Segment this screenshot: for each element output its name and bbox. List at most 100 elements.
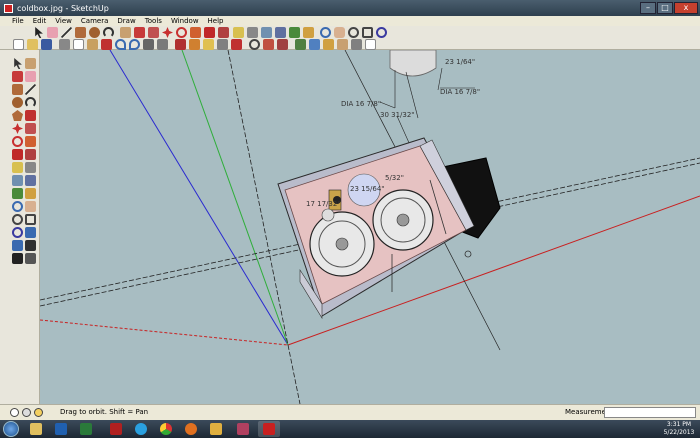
dimension-tool-icon[interactable] xyxy=(247,27,258,38)
offset-tool-icon[interactable] xyxy=(218,27,229,38)
text-tool-icon[interactable] xyxy=(25,175,36,186)
look-around-icon[interactable] xyxy=(217,39,228,50)
zoom-window-icon[interactable] xyxy=(25,214,36,225)
move-tool-icon[interactable] xyxy=(162,27,173,38)
position-camera-icon[interactable] xyxy=(231,39,242,50)
save-icon[interactable] xyxy=(41,39,52,50)
zoom-window-icon[interactable] xyxy=(362,27,373,38)
menu-camera[interactable]: Camera xyxy=(81,17,108,25)
zoom-extents-icon[interactable] xyxy=(12,227,23,238)
skype-icon[interactable] xyxy=(130,421,152,437)
sketchup-icon[interactable] xyxy=(258,421,280,437)
antivirus-icon[interactable] xyxy=(105,421,127,437)
explorer-icon[interactable] xyxy=(25,421,47,437)
geo-location-icon[interactable] xyxy=(22,408,31,417)
walk-icon[interactable] xyxy=(12,253,23,264)
new-file-icon[interactable] xyxy=(13,39,24,50)
folder-icon[interactable] xyxy=(205,421,227,437)
menu-window[interactable]: Window xyxy=(171,17,199,25)
system-clock[interactable]: 3:31 PM 5/22/2013 xyxy=(660,421,698,437)
cut-icon[interactable] xyxy=(59,39,70,50)
offset-tool-icon[interactable] xyxy=(25,149,36,160)
scale-tool-icon[interactable] xyxy=(204,27,215,38)
follow-me-icon[interactable] xyxy=(25,136,36,147)
tape-measure-icon[interactable] xyxy=(12,162,23,173)
section-plane-icon[interactable] xyxy=(189,39,200,50)
help-icon[interactable] xyxy=(34,408,43,417)
paste-icon[interactable] xyxy=(87,39,98,50)
zoom-extents-icon[interactable] xyxy=(376,27,387,38)
circle-tool-icon[interactable] xyxy=(89,27,100,38)
axes-tool-icon[interactable] xyxy=(289,27,300,38)
drawing-viewport[interactable]: 23 1/64" DIA 16 7/8" DIA 16 7/8" 30 31/3… xyxy=(40,50,700,404)
tape-measure-icon[interactable] xyxy=(233,27,244,38)
push-pull-icon[interactable] xyxy=(25,123,36,134)
redo-icon[interactable] xyxy=(129,39,140,50)
position-camera-icon[interactable] xyxy=(12,240,23,251)
iso-view-icon[interactable] xyxy=(263,39,274,50)
zoom-previous-icon[interactable] xyxy=(249,39,260,50)
rotate-tool-icon[interactable] xyxy=(12,136,23,147)
start-button[interactable] xyxy=(3,421,19,437)
polygon-tool-icon[interactable] xyxy=(12,110,23,121)
firefox-icon[interactable] xyxy=(180,421,202,437)
select-tool-icon[interactable] xyxy=(14,58,22,69)
arc-tool-icon[interactable] xyxy=(25,97,36,108)
line-tool-icon[interactable] xyxy=(61,27,72,38)
right-view-icon[interactable] xyxy=(309,39,320,50)
3d-text-icon[interactable] xyxy=(25,188,36,199)
left-view-icon[interactable] xyxy=(337,39,348,50)
push-pull-icon[interactable] xyxy=(148,27,159,38)
zoom-tool-icon[interactable] xyxy=(12,214,23,225)
close-button[interactable]: x xyxy=(674,2,698,14)
undo-icon[interactable] xyxy=(115,39,126,50)
measurements-field[interactable] xyxy=(604,407,696,418)
components-icon[interactable] xyxy=(351,39,362,50)
menu-view[interactable]: View xyxy=(55,17,72,25)
menu-edit[interactable]: Edit xyxy=(33,17,47,25)
pan-tool-icon[interactable] xyxy=(334,27,345,38)
model-info-icon[interactable] xyxy=(157,39,168,50)
zoom-tool-icon[interactable] xyxy=(348,27,359,38)
menu-draw[interactable]: Draw xyxy=(117,17,135,25)
materials-icon[interactable] xyxy=(365,39,376,50)
hide-icon[interactable] xyxy=(175,39,186,50)
section-plane-icon[interactable] xyxy=(25,253,36,264)
delete-icon[interactable] xyxy=(101,39,112,50)
rectangle-tool-icon[interactable] xyxy=(75,27,86,38)
orbit-tool-icon[interactable] xyxy=(320,27,331,38)
line-tool-icon[interactable] xyxy=(25,84,36,95)
freehand-tool-icon[interactable] xyxy=(25,110,36,121)
eraser-tool-icon[interactable] xyxy=(25,71,36,82)
menu-help[interactable]: Help xyxy=(208,17,224,25)
paint-bucket-icon[interactable] xyxy=(12,71,23,82)
protractor-icon[interactable] xyxy=(12,175,23,186)
menu-tools[interactable]: Tools xyxy=(145,17,162,25)
menu-file[interactable]: File xyxy=(12,17,24,25)
print-icon[interactable] xyxy=(143,39,154,50)
chrome-icon[interactable] xyxy=(155,421,177,437)
tools-icon[interactable] xyxy=(232,421,254,437)
back-view-icon[interactable] xyxy=(323,39,334,50)
look-around-icon[interactable] xyxy=(25,240,36,251)
media-icon[interactable] xyxy=(50,421,72,437)
orbit-tool-icon[interactable] xyxy=(12,201,23,212)
top-view-icon[interactable] xyxy=(277,39,288,50)
previous-view-icon[interactable] xyxy=(25,227,36,238)
protractor-icon[interactable] xyxy=(261,27,272,38)
info-icon[interactable] xyxy=(10,408,19,417)
walk-icon[interactable] xyxy=(203,39,214,50)
front-view-icon[interactable] xyxy=(295,39,306,50)
text-tool-icon[interactable] xyxy=(275,27,286,38)
3d-text-icon[interactable] xyxy=(303,27,314,38)
make-component-icon[interactable] xyxy=(120,27,131,38)
axes-tool-icon[interactable] xyxy=(12,188,23,199)
excel-icon[interactable] xyxy=(75,421,97,437)
minimize-button[interactable]: – xyxy=(640,2,656,14)
pan-tool-icon[interactable] xyxy=(25,201,36,212)
circle-tool-icon[interactable] xyxy=(12,97,23,108)
make-component-icon[interactable] xyxy=(25,58,36,69)
dimension-tool-icon[interactable] xyxy=(25,162,36,173)
move-tool-icon[interactable] xyxy=(12,123,23,134)
open-folder-icon[interactable] xyxy=(27,39,38,50)
